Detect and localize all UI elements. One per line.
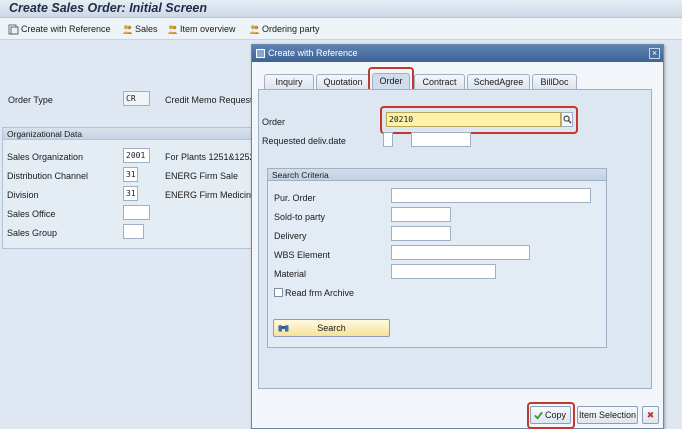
sales-organization-label: Sales Organization bbox=[7, 152, 84, 162]
order-tab-panel: Order 20210 Requested deliv.date Search … bbox=[258, 89, 652, 389]
sales-office-field[interactable] bbox=[123, 205, 150, 220]
dialog-window-icon bbox=[256, 49, 265, 58]
purchase-order-field[interactable] bbox=[391, 188, 591, 203]
dialog-title-bar: Create with Reference × bbox=[252, 45, 663, 62]
distribution-channel-description: ENERG Firm Sale bbox=[165, 171, 239, 181]
binoculars-icon bbox=[278, 325, 289, 332]
window-title: Create Sales Order: Initial Screen bbox=[9, 1, 208, 15]
sales-organization-field[interactable]: 2001 bbox=[123, 148, 150, 163]
copy-button-highlight bbox=[527, 402, 575, 429]
search-button[interactable]: Search bbox=[273, 319, 390, 337]
order-type-field[interactable]: CR bbox=[123, 91, 150, 106]
division-field[interactable]: 31 bbox=[123, 186, 138, 201]
division-label: Division bbox=[7, 190, 39, 200]
sales-organization-description: For Plants 1251&1252 bbox=[165, 152, 255, 162]
create-with-reference-button[interactable]: Create with Reference bbox=[8, 22, 111, 36]
sales-office-label: Sales Office bbox=[7, 209, 56, 219]
requested-delivery-date-to-field[interactable] bbox=[411, 132, 471, 147]
purchase-order-label: Pur. Order bbox=[274, 193, 316, 203]
read-from-archive-checkbox[interactable] bbox=[274, 288, 283, 297]
application-toolbar: Create with Reference Sales Item overvie… bbox=[0, 18, 682, 40]
order-label: Order bbox=[262, 117, 286, 127]
tab-inquiry[interactable]: Inquiry bbox=[264, 74, 314, 89]
title-bar: Create Sales Order: Initial Screen bbox=[0, 0, 682, 18]
read-from-archive-label: Read frm Archive bbox=[285, 288, 355, 298]
order-field-highlight bbox=[380, 106, 578, 134]
material-label: Material bbox=[274, 269, 307, 279]
order-type-label: Order Type bbox=[8, 95, 53, 105]
ordering-party-button[interactable]: Ordering party bbox=[249, 22, 320, 36]
distribution-channel-field[interactable]: 31 bbox=[123, 167, 138, 182]
tab-schedagree[interactable]: SchedAgree bbox=[467, 74, 530, 89]
sales-button[interactable]: Sales bbox=[122, 22, 158, 36]
dialog-title: Create with Reference bbox=[268, 48, 358, 58]
division-description: ENERG Firm Medicines bbox=[165, 190, 261, 200]
sales-group-label: Sales Group bbox=[7, 228, 58, 238]
cancel-icon[interactable]: ✖ bbox=[642, 406, 659, 424]
tab-contract[interactable]: Contract bbox=[414, 74, 465, 89]
sales-group-field[interactable] bbox=[123, 224, 144, 239]
tab-billdoc[interactable]: BillDoc bbox=[532, 74, 577, 89]
people-icon bbox=[167, 24, 178, 34]
order-type-description: Credit Memo Request bbox=[165, 95, 253, 105]
sold-to-party-label: Sold-to party bbox=[274, 212, 326, 222]
requested-delivery-date-from-field[interactable] bbox=[383, 132, 393, 147]
wbs-element-label: WBS Element bbox=[274, 250, 331, 260]
tab-quotation[interactable]: Quotation bbox=[316, 74, 370, 89]
delivery-field[interactable] bbox=[391, 226, 451, 241]
sold-to-party-field[interactable] bbox=[391, 207, 451, 222]
search-criteria-title: Search Criteria bbox=[268, 169, 606, 181]
people-icon bbox=[249, 24, 260, 34]
organizational-data-title: Organizational Data bbox=[3, 128, 253, 140]
close-icon[interactable]: × bbox=[649, 48, 660, 59]
search-criteria-group: Search Criteria Pur. Order Sold-to party… bbox=[267, 168, 607, 348]
requested-delivery-date-label: Requested deliv.date bbox=[262, 136, 346, 146]
material-field[interactable] bbox=[391, 264, 496, 279]
item-selection-button[interactable]: Item Selection bbox=[577, 406, 638, 424]
delivery-label: Delivery bbox=[274, 231, 307, 241]
item-overview-button[interactable]: Item overview bbox=[167, 22, 236, 36]
distribution-channel-label: Distribution Channel bbox=[7, 171, 89, 181]
create-with-reference-dialog: Create with Reference × Inquiry Quotatio… bbox=[251, 44, 664, 429]
create-reference-icon bbox=[8, 24, 19, 34]
people-icon bbox=[122, 24, 133, 34]
wbs-element-field[interactable] bbox=[391, 245, 530, 260]
